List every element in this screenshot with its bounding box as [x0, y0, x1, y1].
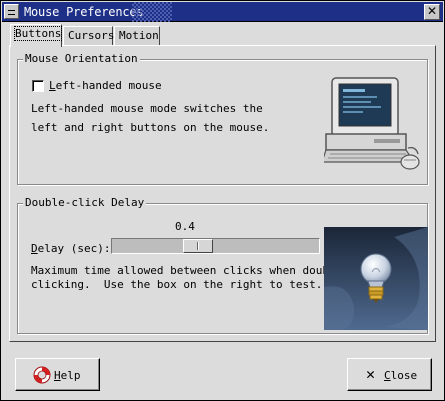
close-label-rest: lose	[390, 369, 418, 382]
close-button[interactable]: ✕ Close	[347, 358, 432, 391]
tab-cursors-label: Cursors	[68, 29, 115, 42]
titlebar-pattern	[132, 2, 172, 22]
help-button[interactable]: Help	[15, 358, 100, 391]
close-label: Close	[384, 369, 418, 382]
buttons-page: Mouse Orientation Left-handed mouse Left…	[9, 45, 436, 342]
tab-motion[interactable]: Motion	[114, 26, 160, 46]
close-x-icon: ✕	[366, 365, 376, 383]
mouse-orientation-frame: Mouse Orientation Left-handed mouse Left…	[17, 52, 428, 185]
tab-buttons-label: Buttons	[13, 26, 63, 41]
delay-label: Delay (sec):	[31, 242, 111, 255]
mouse-preferences-window: Mouse Preferences ✕ Buttons Cursors Moti…	[0, 0, 445, 401]
lightbulb-icon	[324, 227, 428, 330]
title-bar[interactable]: Mouse Preferences ✕	[2, 2, 443, 22]
double-click-frame: Double-click Delay 0.4 Delay (sec): Maxi…	[17, 196, 428, 334]
window-title: Mouse Preferences	[24, 5, 144, 19]
double-click-heading: Double-click Delay	[23, 196, 147, 209]
double-click-test-box[interactable]	[324, 227, 428, 330]
tab-motion-label: Motion	[119, 29, 159, 42]
help-label: Help	[54, 369, 81, 382]
close-icon[interactable]: ✕	[424, 4, 440, 20]
help-label-rest: elp	[60, 369, 81, 382]
tab-cursors[interactable]: Cursors	[63, 26, 115, 46]
delay-value: 0.4	[175, 220, 195, 233]
orientation-description-line1: Left-handed mouse mode switches the	[31, 102, 263, 115]
tab-buttons[interactable]: Buttons	[10, 24, 63, 47]
delay-description-line1: Maximum time allowed between clicks when…	[31, 264, 349, 277]
delay-slider-thumb[interactable]	[183, 239, 213, 253]
delay-label-rest: elay (sec):	[37, 242, 111, 255]
computer-mouse-icon	[324, 77, 420, 170]
left-handed-checkbox[interactable]	[32, 80, 44, 92]
left-handed-label[interactable]: Left-handed mouse	[49, 79, 162, 92]
help-lifebuoy-icon	[33, 366, 51, 384]
delay-slider[interactable]	[111, 238, 320, 254]
window-menu-icon[interactable]	[4, 4, 19, 19]
mouse-orientation-heading: Mouse Orientation	[23, 52, 140, 65]
delay-description: Maximum time allowed between clicks when…	[31, 264, 349, 292]
delay-description-line2: clicking. Use the box on the right to te…	[31, 278, 323, 291]
orientation-description-line2: left and right buttons on the mouse.	[31, 121, 270, 134]
left-handed-label-rest: eft-handed mouse	[55, 79, 162, 92]
